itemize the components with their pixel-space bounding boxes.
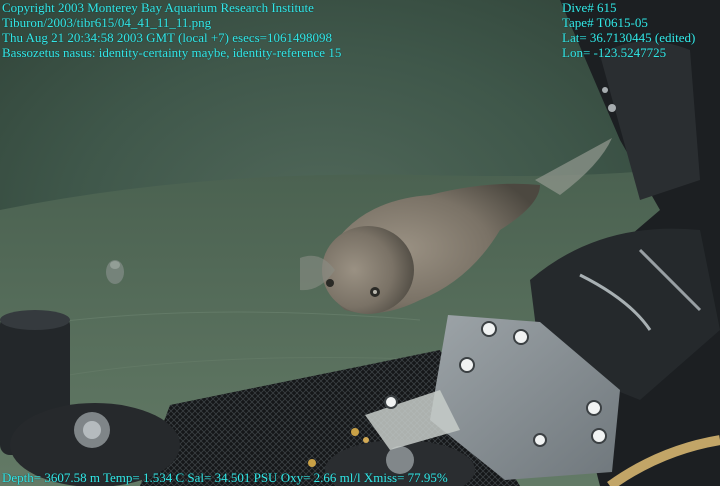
overlay-top-right: Dive# 615 Tape# T0615-05 Lat= 36.7130445…	[562, 0, 695, 60]
video-frame: Copyright 2003 Monterey Bay Aquarium Res…	[0, 0, 720, 486]
underwater-scene	[0, 0, 720, 486]
overlay-copyright: Copyright 2003 Monterey Bay Aquarium Res…	[2, 0, 314, 15]
overlay-tape: Tape# T0615-05	[562, 15, 648, 30]
overlay-latitude: Lat= 36.7130445 (edited)	[562, 30, 696, 45]
overlay-top-left: Copyright 2003 Monterey Bay Aquarium Res…	[2, 0, 341, 60]
overlay-filename: Tiburon/2003/tibr615/04_41_11_11.png	[2, 15, 212, 30]
overlay-longitude: Lon= -123.5247725	[562, 45, 667, 60]
small-creature	[106, 260, 124, 284]
overlay-timestamp: Thu Aug 21 20:34:58 2003 GMT (local +7) …	[2, 30, 333, 45]
overlay-dive: Dive# 615	[562, 0, 617, 15]
overlay-identification: Bassozetus nasus: identity-certainty may…	[2, 45, 342, 60]
overlay-sensor-readout: Depth= 3607.58 m Temp= 1.534 C Sal= 34.5…	[2, 470, 448, 485]
